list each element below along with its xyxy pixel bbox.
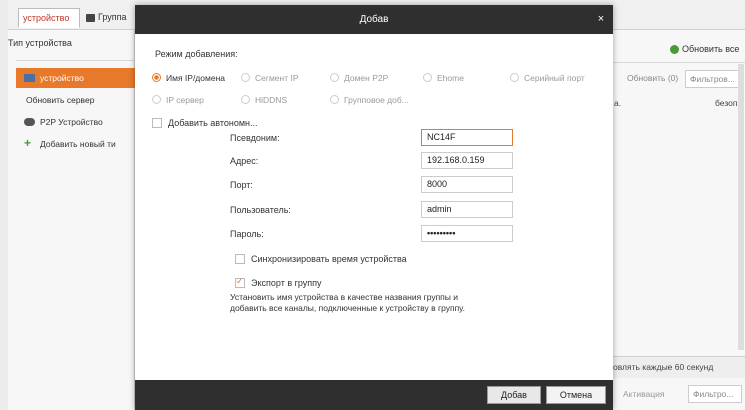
scrollbar[interactable] bbox=[738, 64, 744, 350]
tab-group-label: Группа bbox=[98, 12, 127, 22]
radio-hiddns[interactable]: HiDDNS bbox=[241, 95, 287, 105]
username-label: Пользователь: bbox=[230, 205, 291, 215]
radio-batch-import[interactable]: Групповое доб... bbox=[330, 95, 409, 105]
add-button[interactable]: Добав bbox=[487, 386, 541, 404]
address-input[interactable]: 192.168.0.159 bbox=[421, 152, 513, 169]
radio-ip-server[interactable]: IP сервер bbox=[152, 95, 204, 105]
address-label: Адрес: bbox=[230, 156, 259, 166]
divider bbox=[16, 60, 135, 61]
activation-button[interactable]: Активация bbox=[623, 389, 665, 399]
nav-item-stream-server[interactable]: Обновить сервер bbox=[16, 90, 135, 110]
password-label: Пароль: bbox=[230, 229, 264, 239]
nav-item-label: Обновить сервер bbox=[26, 95, 95, 105]
device-icon bbox=[24, 74, 35, 82]
username-input[interactable]: admin bbox=[421, 201, 513, 218]
export-note-line: добавить все каналы, подключенные к устр… bbox=[230, 303, 465, 313]
radio-ip-segment[interactable]: Сегмент IP bbox=[241, 73, 299, 83]
sync-time-checkbox[interactable]: Синхронизировать время устройства bbox=[235, 254, 407, 264]
plus-icon: + bbox=[24, 136, 32, 150]
radio-ehome[interactable]: Ehome bbox=[423, 73, 464, 83]
filter-input-bottom[interactable]: Фильтро... bbox=[688, 385, 742, 403]
add-device-dialog: Добав × Режим добавления: Имя IP/домена … bbox=[135, 5, 613, 410]
nav-item-label: устройство bbox=[40, 73, 84, 83]
export-to-group-checkbox[interactable]: Экспорт в группу bbox=[235, 276, 322, 288]
adding-mode-label: Режим добавления: bbox=[155, 49, 238, 59]
refresh-all-label: Обновить все bbox=[682, 44, 740, 54]
cancel-button[interactable]: Отмена bbox=[546, 386, 606, 404]
filter-input[interactable]: Фильтров... bbox=[685, 70, 743, 88]
group-icon bbox=[86, 13, 95, 22]
device-type-header: Тип устройства bbox=[8, 38, 72, 48]
export-note-line: Установить имя устройства в качестве наз… bbox=[230, 292, 458, 302]
alias-input[interactable]: NC14F bbox=[421, 129, 513, 146]
port-input[interactable]: 8000 bbox=[421, 176, 513, 193]
nav-item-add-new-type[interactable]: + Добавить новый ти bbox=[16, 134, 135, 154]
tab-device-label: устройство bbox=[23, 13, 70, 23]
refresh-all-button[interactable]: Обновить все bbox=[670, 44, 740, 55]
close-icon[interactable]: × bbox=[596, 14, 606, 25]
cloud-icon bbox=[24, 118, 35, 126]
dialog-footer bbox=[135, 380, 613, 410]
column-header: а. bbox=[614, 98, 622, 108]
radio-ip-domain[interactable]: Имя IP/домена bbox=[152, 73, 225, 83]
nav-item-device[interactable]: устройство bbox=[16, 68, 135, 88]
port-label: Порт: bbox=[230, 180, 253, 190]
password-input[interactable]: ••••••••• bbox=[421, 225, 513, 242]
tab-group[interactable]: Группа bbox=[82, 8, 142, 28]
refresh-count-button[interactable]: Обновить (0) bbox=[623, 70, 682, 88]
export-note: Установить имя устройства в качестве наз… bbox=[230, 292, 530, 314]
nav-item-label: P2P Устройство bbox=[40, 117, 103, 127]
tab-device[interactable]: устройство bbox=[18, 8, 80, 28]
radio-serial-port[interactable]: Серийный порт bbox=[510, 73, 585, 83]
auto-refresh-text: овлять каждые 60 секунд bbox=[613, 362, 714, 372]
refresh-icon bbox=[670, 45, 679, 55]
offline-add-checkbox[interactable]: Добавить автономн... bbox=[152, 118, 258, 128]
divider bbox=[612, 62, 745, 63]
nav-item-p2p-device[interactable]: P2P Устройство bbox=[16, 112, 135, 132]
alias-label: Псевдоним: bbox=[230, 133, 280, 143]
radio-p2p-domain[interactable]: Домен P2P bbox=[330, 73, 388, 83]
nav-item-label: Добавить новый ти bbox=[40, 139, 116, 149]
dialog-title: Добав bbox=[135, 5, 613, 34]
